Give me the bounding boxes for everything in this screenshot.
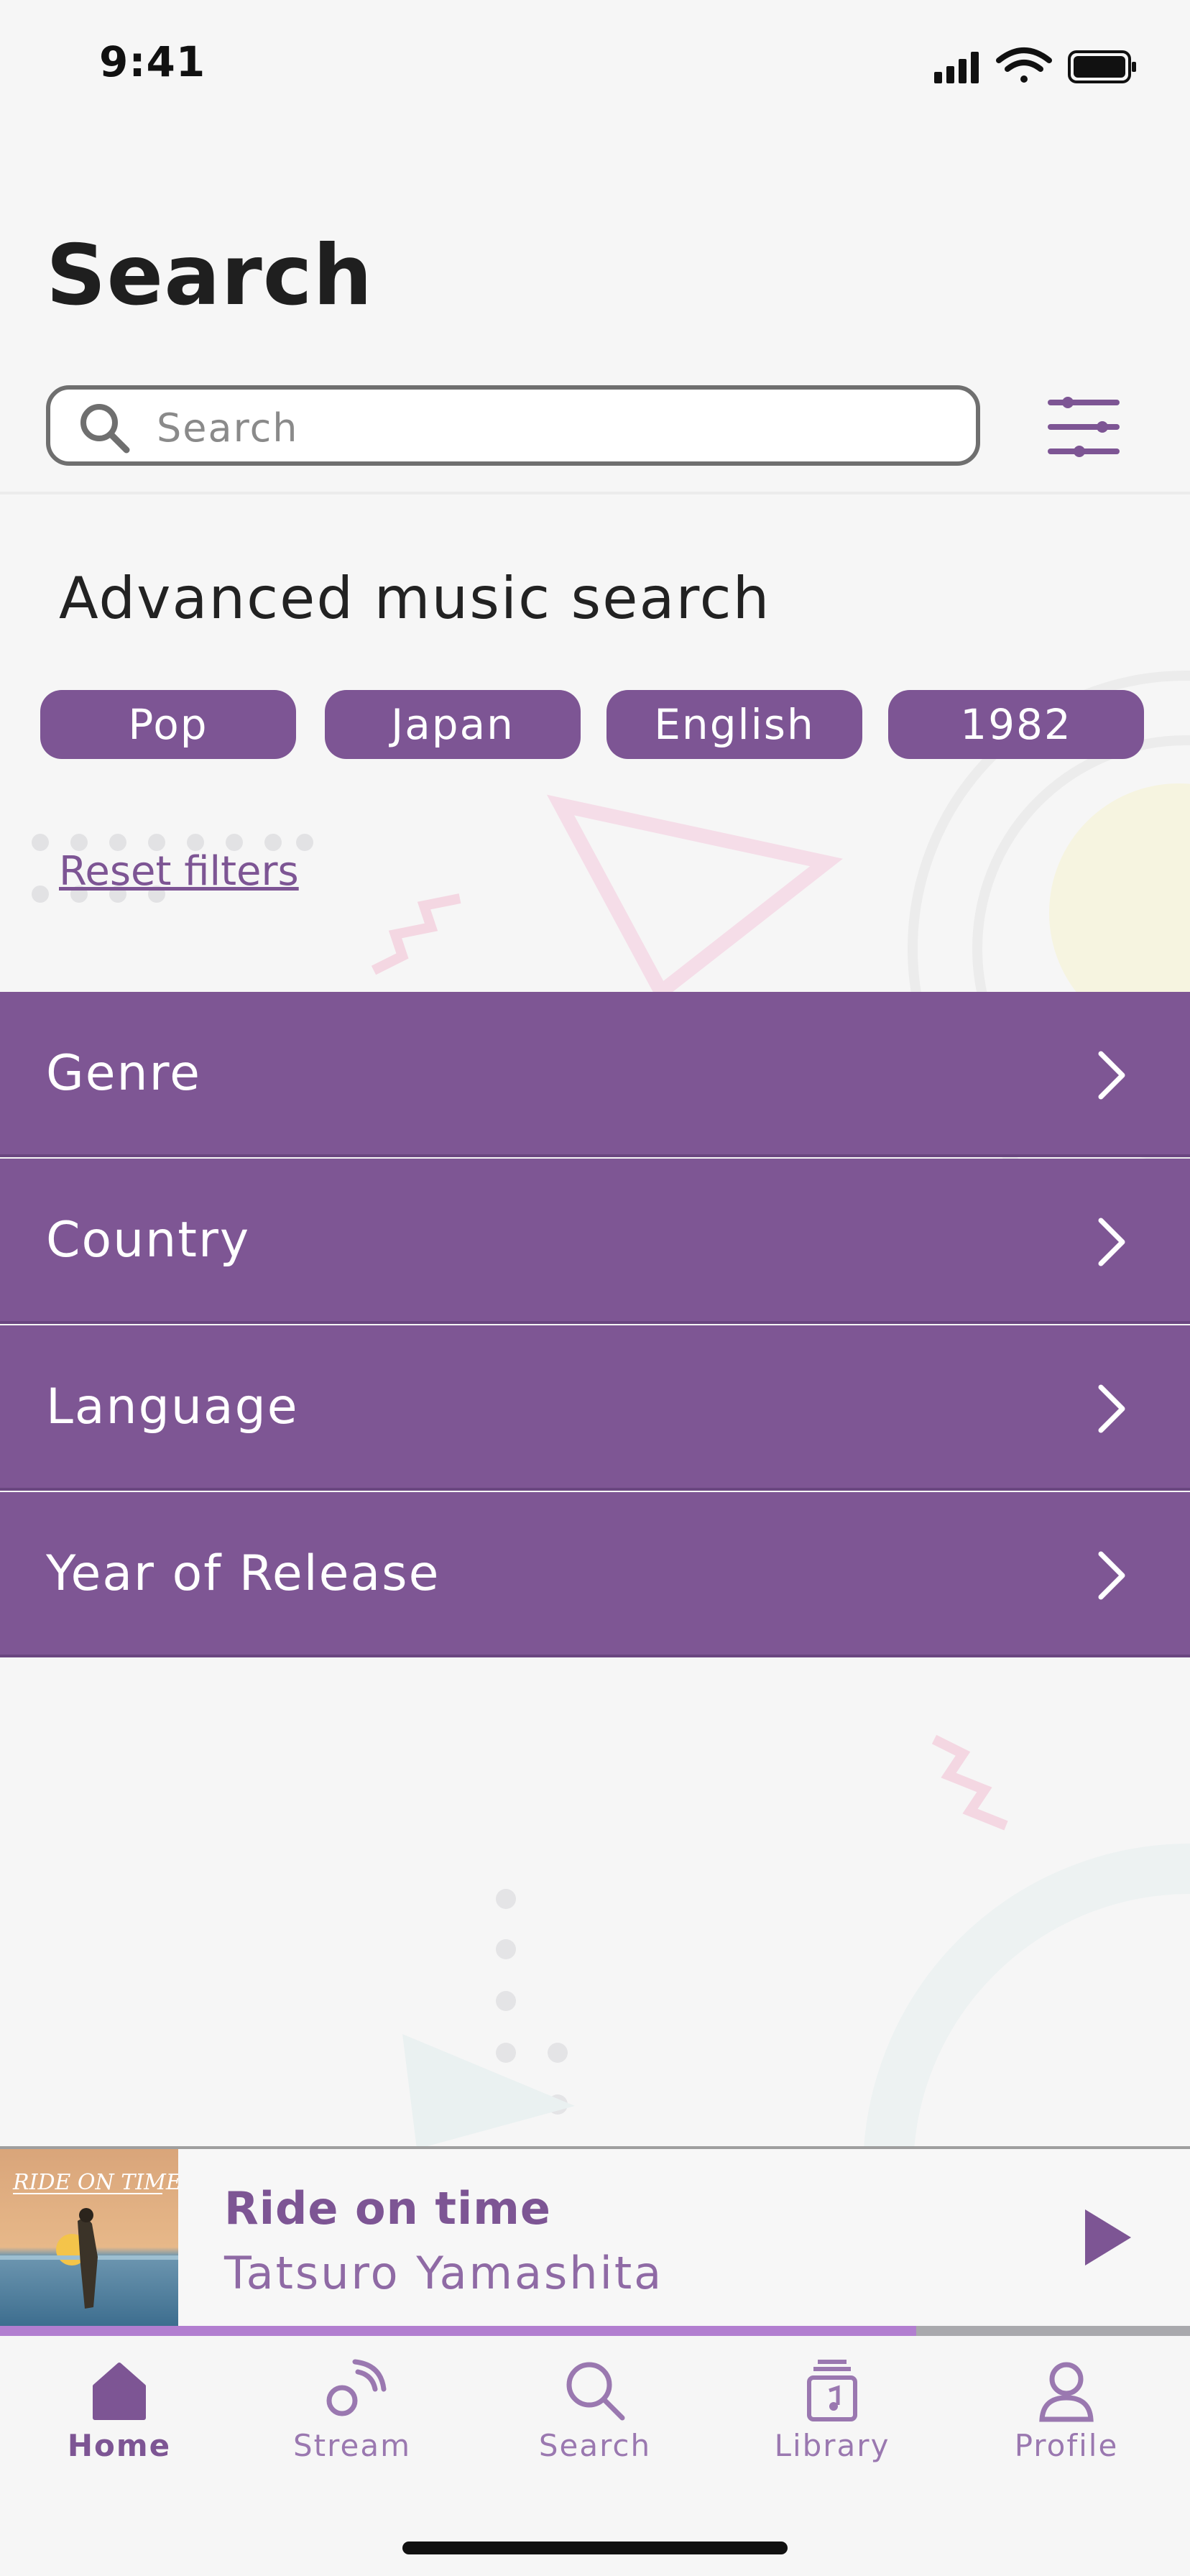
tab-profile[interactable]: Profile bbox=[980, 2358, 1153, 2472]
home-indicator bbox=[402, 2542, 788, 2554]
library-icon bbox=[807, 2360, 857, 2421]
advanced-search-title: Advanced music search bbox=[59, 565, 771, 632]
chevron-right-icon bbox=[1098, 1051, 1125, 1100]
tab-label: Home bbox=[67, 2428, 172, 2463]
chevron-right-icon bbox=[1098, 1384, 1125, 1433]
album-art[interactable]: RIDE ON TIME bbox=[0, 2149, 178, 2327]
status-icons bbox=[934, 47, 1136, 83]
tab-label: Profile bbox=[1014, 2428, 1119, 2463]
reset-filters-link[interactable]: Reset filters bbox=[59, 848, 299, 895]
category-label: Year of Release bbox=[46, 1545, 441, 1602]
search-icon bbox=[566, 2362, 625, 2421]
tab-label: Stream bbox=[293, 2428, 411, 2463]
filter-chip-1982[interactable]: 1982 bbox=[888, 690, 1144, 759]
category-label: Language bbox=[46, 1378, 299, 1435]
category-row-country[interactable]: Country bbox=[0, 1159, 1190, 1324]
track-title: Ride on time bbox=[224, 2182, 551, 2235]
battery-icon bbox=[1068, 50, 1136, 83]
page-title: Search bbox=[46, 227, 374, 324]
filter-chip-pop[interactable]: Pop bbox=[40, 690, 296, 759]
category-label: Country bbox=[46, 1211, 251, 1269]
tab-label: Library bbox=[774, 2428, 890, 2463]
search-box[interactable] bbox=[46, 385, 980, 466]
chevron-right-icon bbox=[1098, 1551, 1125, 1600]
playback-progress-bar[interactable] bbox=[0, 2326, 1190, 2336]
status-time: 9:41 bbox=[99, 37, 206, 86]
playback-progress-fill bbox=[0, 2326, 917, 2336]
filter-chip-english[interactable]: English bbox=[606, 690, 862, 759]
filter-chip-japan[interactable]: Japan bbox=[325, 690, 581, 759]
category-row-language[interactable]: Language bbox=[0, 1325, 1190, 1491]
category-label: Genre bbox=[46, 1044, 201, 1102]
profile-icon bbox=[1039, 2362, 1094, 2422]
tab-home[interactable]: Home bbox=[33, 2358, 206, 2472]
stream-icon bbox=[326, 2359, 387, 2416]
home-icon bbox=[93, 2363, 146, 2420]
filter-sliders-icon[interactable] bbox=[1046, 394, 1121, 461]
category-row-genre[interactable]: Genre bbox=[0, 992, 1190, 1157]
tab-search[interactable]: Search bbox=[509, 2358, 681, 2472]
tab-label: Search bbox=[538, 2428, 652, 2463]
now-playing-bar[interactable]: RIDE ON TIME Ride on time Tatsuro Yamash… bbox=[0, 2146, 1190, 2327]
search-input[interactable] bbox=[157, 402, 947, 453]
album-art-text: RIDE ON TIME bbox=[12, 2170, 178, 2195]
wifi-icon bbox=[996, 47, 1052, 83]
play-icon[interactable] bbox=[1081, 2205, 1135, 2270]
search-icon bbox=[80, 404, 130, 454]
category-row-year-of-release[interactable]: Year of Release bbox=[0, 1492, 1190, 1657]
signal-icon bbox=[934, 52, 979, 83]
tab-library[interactable]: Library bbox=[746, 2358, 918, 2472]
header-divider bbox=[0, 492, 1190, 494]
tab-stream[interactable]: Stream bbox=[266, 2358, 438, 2472]
track-artist: Tatsuro Yamashita bbox=[224, 2247, 664, 2299]
chevron-right-icon bbox=[1098, 1218, 1125, 1266]
